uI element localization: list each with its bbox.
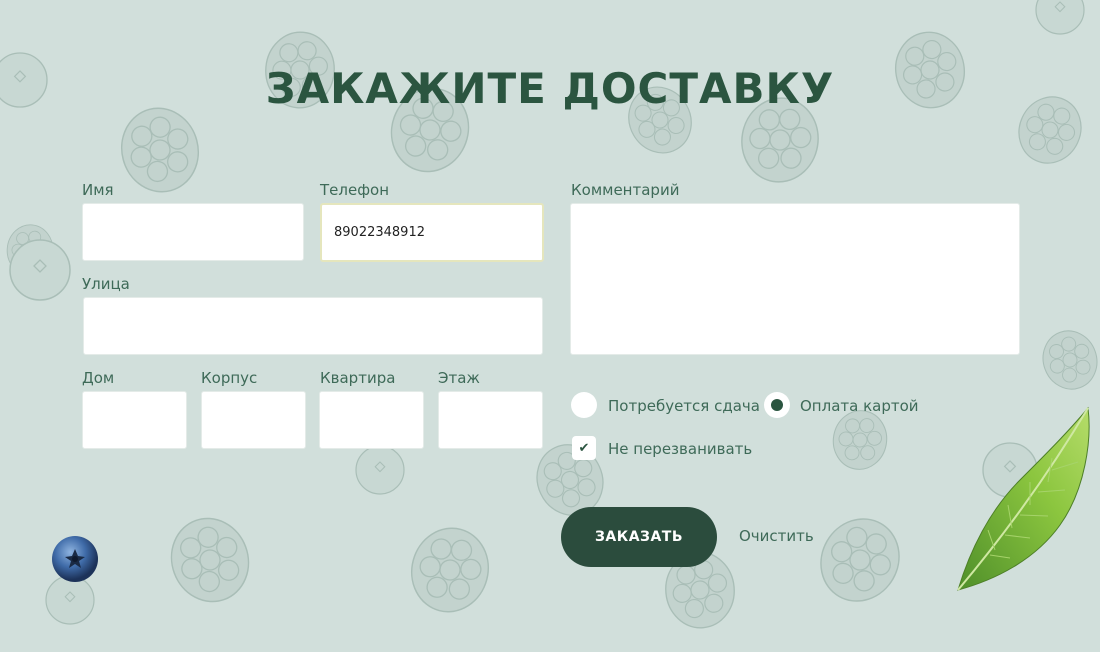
apartment-input[interactable]	[319, 391, 424, 449]
floor-label: Этаж	[438, 369, 480, 387]
name-label: Имя	[82, 181, 114, 199]
house-label: Дом	[82, 369, 115, 387]
no-callback-checkbox[interactable]: ✔	[572, 436, 596, 460]
comment-textarea[interactable]	[570, 203, 1020, 355]
change-radio-label[interactable]: Потребуется сдача	[608, 397, 760, 415]
comment-label: Комментарий	[571, 181, 680, 199]
name-input[interactable]	[82, 203, 304, 261]
change-radio[interactable]	[571, 392, 597, 418]
leaf-icon	[957, 406, 1090, 591]
card-radio-label[interactable]: Оплата картой	[800, 397, 919, 415]
phone-label: Телефон	[320, 181, 390, 199]
building-label: Корпус	[201, 369, 258, 387]
street-label: Улица	[82, 275, 130, 293]
apartment-label: Квартира	[320, 369, 396, 387]
house-input[interactable]	[82, 391, 187, 449]
no-callback-label[interactable]: Не перезванивать	[608, 440, 752, 458]
floor-input[interactable]	[438, 391, 543, 449]
check-icon: ✔	[578, 440, 590, 455]
clear-link[interactable]: Очистить	[739, 527, 814, 545]
street-input[interactable]	[83, 297, 543, 355]
phone-input[interactable]	[320, 203, 544, 262]
card-radio[interactable]	[764, 392, 790, 418]
building-input[interactable]	[201, 391, 306, 449]
order-button[interactable]: ЗАКАЗАТЬ	[561, 507, 717, 567]
radio-selected-dot	[771, 399, 783, 411]
blueberry-icon	[52, 536, 98, 582]
page-title: ЗАКАЖИТЕ ДОСТАВКУ	[265, 64, 835, 113]
